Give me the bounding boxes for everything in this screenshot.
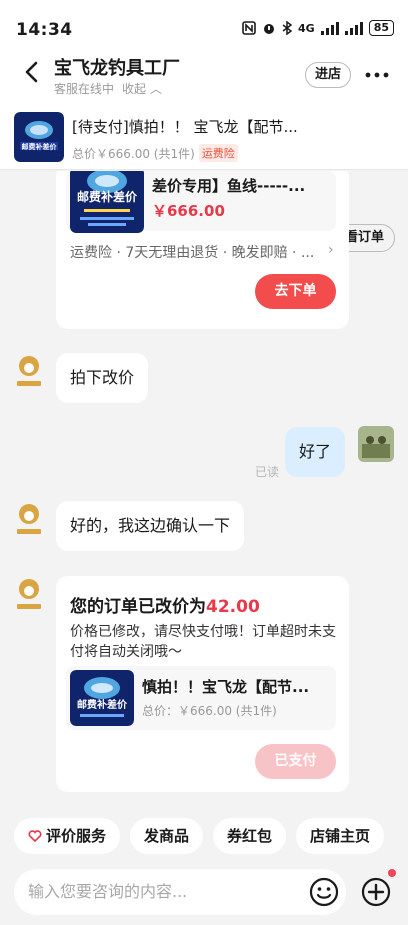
shop-avatar-icon[interactable] bbox=[14, 500, 44, 538]
status-time: 14:34 bbox=[16, 20, 73, 40]
price-change-product-meta: 总价：￥666.00 (共1件) bbox=[142, 704, 277, 718]
rate-service-chip[interactable]: 评价服务 bbox=[14, 818, 121, 854]
chevron-right-icon[interactable]: › bbox=[328, 242, 334, 258]
emoji-icon[interactable] bbox=[308, 876, 340, 908]
back-arrow-icon[interactable] bbox=[18, 58, 46, 86]
pinned-order-meta: 总价￥666.00 (共1件) 运费险 bbox=[72, 144, 238, 162]
battery-indicator: 85 bbox=[368, 20, 394, 36]
product-image: 邮费补差价 bbox=[70, 171, 144, 233]
heart-icon bbox=[28, 830, 42, 843]
shop-avatar-icon[interactable] bbox=[14, 352, 44, 390]
coupon-chip[interactable]: 券红包 bbox=[213, 818, 287, 854]
order-card-product-name: 差价专用】鱼线-----... bbox=[152, 177, 306, 195]
read-receipt: 已读 bbox=[255, 465, 280, 479]
product-thumbnail: 邮费补差价 bbox=[14, 112, 64, 162]
order-card-price: ￥666.00 bbox=[152, 202, 225, 220]
service-status: 客服在线中 bbox=[54, 82, 115, 96]
enter-store-button[interactable]: 进店 bbox=[305, 62, 351, 88]
header-subtitle: 客服在线中 收起 ︿ bbox=[54, 80, 162, 97]
price-change-product-name: 慎拍！！宝飞龙【配节... bbox=[142, 678, 310, 696]
nfc-icon bbox=[242, 21, 256, 35]
pinned-order-title: [待支付]慎拍！！ 宝飞龙【配节... bbox=[72, 118, 298, 136]
status-bar: 14:34 4G 85 bbox=[0, 0, 408, 46]
more-options-icon[interactable] bbox=[362, 62, 392, 88]
plus-icon[interactable] bbox=[360, 876, 392, 908]
shop-title: 宝飞龙钓具工厂 bbox=[54, 58, 180, 79]
signal-icon bbox=[320, 21, 339, 35]
message-bubble: 好的，我这边确认一下 bbox=[56, 501, 245, 551]
status-icons: 4G 85 bbox=[242, 20, 394, 36]
price-change-card[interactable]: 您的订单已改价为42.00 价格已修改，请尽快支付哦！订单超时未支付将自动关闭哦… bbox=[56, 576, 349, 792]
svg-text:邮费补差价: 邮费补差价 bbox=[77, 189, 138, 204]
order-card-services: 运费险 · 7天无理由退货 · 晚发即赔 · ... bbox=[70, 245, 315, 261]
send-product-chip[interactable]: 发商品 bbox=[130, 818, 204, 854]
freight-insurance-tag: 运费险 bbox=[198, 144, 238, 162]
order-card[interactable]: 邮费补差价 差价专用】鱼线-----... ￥666.00 运费险 · 7天无理… bbox=[56, 171, 349, 329]
pinned-order-total: 总价￥666.00 (共1件) bbox=[72, 146, 195, 161]
product-image: 邮费补差价 bbox=[70, 670, 134, 726]
my-avatar-icon[interactable] bbox=[358, 426, 394, 462]
price-change-product[interactable]: 邮费补差价 慎拍！！宝飞龙【配节... 总价：￥666.00 (共1件) bbox=[66, 666, 336, 730]
collapse-toggle[interactable]: 收起 ︿ bbox=[122, 80, 162, 97]
message-input[interactable]: 输入您要咨询的内容... bbox=[14, 869, 346, 915]
my-message-bubble: 好了 bbox=[285, 427, 346, 477]
chat-header: 宝飞龙钓具工厂 客服在线中 收起 ︿ 进店 bbox=[0, 46, 408, 102]
place-order-button[interactable]: 去下单 bbox=[255, 274, 336, 309]
input-bar: 输入您要咨询的内容... bbox=[0, 861, 408, 925]
new-price: 42.00 bbox=[206, 597, 260, 617]
shop-avatar-icon[interactable] bbox=[14, 575, 44, 613]
signal-icon-2 bbox=[344, 21, 363, 35]
paid-button: 已支付 bbox=[255, 744, 336, 779]
price-change-heading: 您的订单已改价为42.00 bbox=[70, 597, 260, 617]
chat-area[interactable]: 邮费补差价 差价专用】鱼线-----... ￥666.00 运费险 · 7天无理… bbox=[0, 171, 408, 809]
svg-text:邮费补差价: 邮费补差价 bbox=[77, 698, 128, 711]
price-change-message: 价格已修改，请尽快支付哦！订单超时未支付将自动关闭哦～ bbox=[70, 624, 336, 660]
thumb-text: 邮费补差价 bbox=[22, 142, 58, 151]
notification-dot bbox=[388, 869, 396, 877]
alarm-icon bbox=[264, 24, 274, 34]
store-home-chip[interactable]: 店铺主页 bbox=[296, 818, 385, 854]
quick-actions: 评价服务 发商品 券红包 店铺主页 bbox=[0, 811, 408, 861]
chevron-up-icon: ︿ bbox=[149, 82, 162, 96]
order-card-product[interactable]: 邮费补差价 差价专用】鱼线-----... ￥666.00 bbox=[66, 171, 336, 233]
network-label: 4G bbox=[298, 21, 315, 35]
bluetooth-icon bbox=[282, 21, 292, 35]
pinned-order-bar[interactable]: 邮费补差价 [待支付]慎拍！！ 宝飞龙【配节... 总价￥666.00 (共1件… bbox=[0, 102, 408, 252]
message-bubble: 拍下改价 bbox=[56, 353, 149, 403]
